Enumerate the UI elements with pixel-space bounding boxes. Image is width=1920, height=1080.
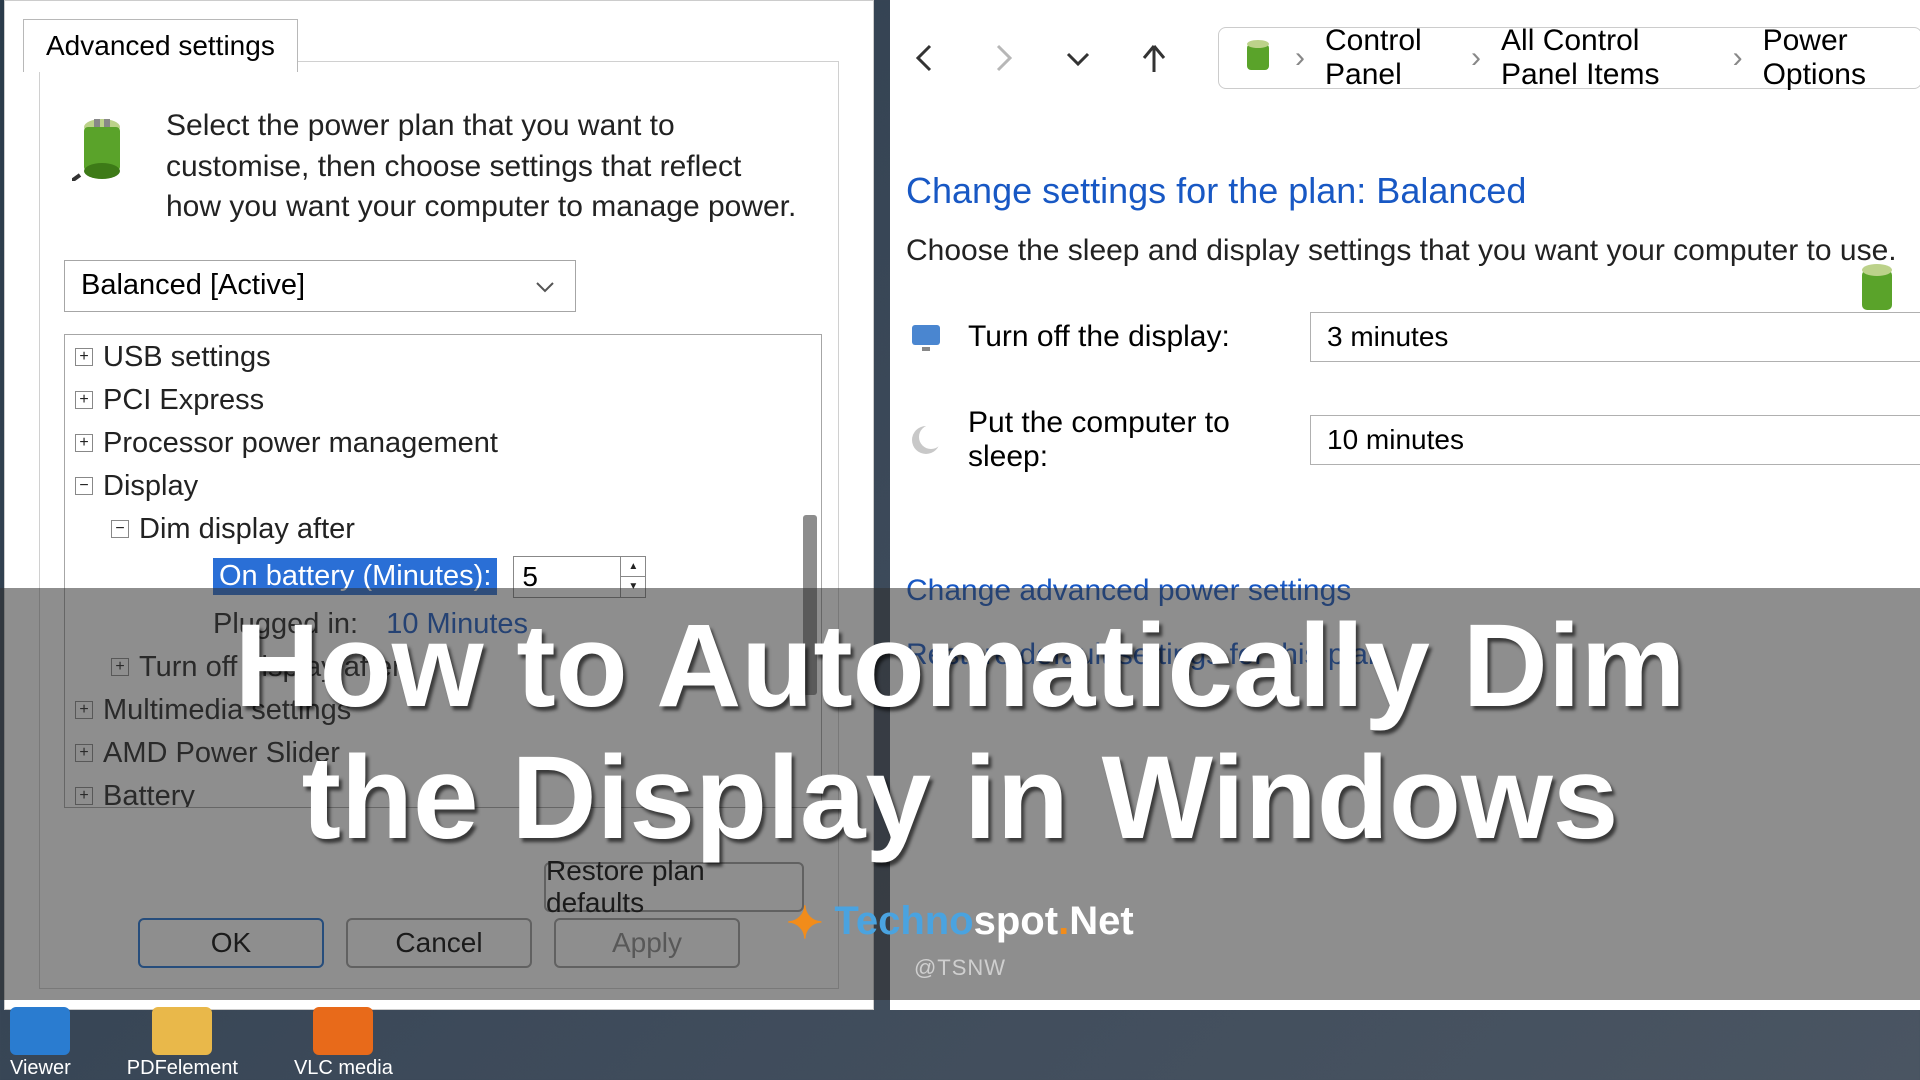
- expand-icon[interactable]: +: [75, 391, 93, 409]
- brand-logo: ✦ Technospot.Net @TSNW: [0, 898, 1920, 981]
- crumb-control-panel[interactable]: Control Panel: [1325, 24, 1451, 92]
- brand-techno: Techno: [834, 899, 973, 943]
- nav-up-icon[interactable]: [1130, 34, 1178, 82]
- chevron-down-icon: [531, 269, 559, 302]
- chevron-right-icon: ›: [1471, 41, 1481, 75]
- nav-recent-icon[interactable]: [1054, 34, 1102, 82]
- collapse-icon[interactable]: −: [111, 520, 129, 538]
- chevron-right-icon: ›: [1295, 41, 1305, 75]
- spark-icon: ✦: [786, 899, 823, 948]
- crumb-all-items[interactable]: All Control Panel Items: [1501, 24, 1713, 92]
- display-icon: [906, 317, 946, 357]
- breadcrumb[interactable]: › Control Panel › All Control Panel Item…: [1218, 27, 1920, 89]
- moon-icon: [906, 420, 946, 460]
- sleep-dropdown[interactable]: 10 minutes: [1310, 415, 1920, 465]
- power-plan-selected: Balanced [Active]: [81, 269, 305, 302]
- desktop-icon-pdfelement[interactable]: PDFelement: [127, 1007, 238, 1080]
- expand-icon[interactable]: +: [75, 434, 93, 452]
- nav-forward-icon[interactable]: [978, 34, 1026, 82]
- power-plan-dropdown[interactable]: Balanced [Active]: [64, 260, 576, 312]
- battery-icon: [1241, 34, 1275, 82]
- turn-off-display-dropdown[interactable]: 3 minutes: [1310, 312, 1920, 362]
- spinner-up-icon[interactable]: ▲: [621, 557, 645, 577]
- overlay-title-line2: the Display in Windows: [0, 732, 1920, 864]
- nav-toolbar: › Control Panel › All Control Panel Item…: [890, 22, 1920, 94]
- tree-dim-display-after[interactable]: Dim display after: [139, 513, 355, 546]
- battery-icon: [62, 106, 142, 186]
- tree-processor-power[interactable]: Processor power management: [103, 427, 498, 460]
- tree-pci-express[interactable]: PCI Express: [103, 384, 264, 417]
- intro-text: Select the power plan that you want to c…: [166, 106, 798, 228]
- battery-icon: [1852, 256, 1902, 321]
- brand-handle: @TSNW: [0, 955, 1920, 981]
- chevron-right-icon: ›: [1733, 41, 1743, 75]
- crumb-power-options[interactable]: Power Options: [1763, 24, 1899, 92]
- tab-advanced-settings[interactable]: Advanced settings: [23, 19, 298, 72]
- page-title: Change settings for the plan: Balanced: [906, 170, 1920, 212]
- desktop-icon-vlc[interactable]: VLC media: [294, 1007, 393, 1080]
- overlay-title-line1: How to Automatically Dim: [0, 600, 1920, 732]
- expand-icon[interactable]: +: [75, 348, 93, 366]
- desktop-icon-viewer[interactable]: Viewer: [10, 1007, 71, 1080]
- brand-net: Net: [1069, 899, 1133, 943]
- turn-off-display-label: Turn off the display:: [968, 320, 1288, 354]
- page-subtitle: Choose the sleep and display settings th…: [906, 234, 1920, 268]
- brand-dot: .: [1058, 899, 1069, 943]
- desktop-icons: Viewer PDFelement VLC media: [0, 1010, 393, 1080]
- nav-back-icon[interactable]: [902, 34, 950, 82]
- overlay-title: How to Automatically Dim the Display in …: [0, 600, 1920, 864]
- sleep-label: Put the computer to sleep:: [968, 406, 1288, 474]
- brand-spot: spot: [974, 899, 1058, 943]
- collapse-icon[interactable]: −: [75, 477, 93, 495]
- tree-usb-settings[interactable]: USB settings: [103, 341, 271, 374]
- tree-display[interactable]: Display: [103, 470, 198, 503]
